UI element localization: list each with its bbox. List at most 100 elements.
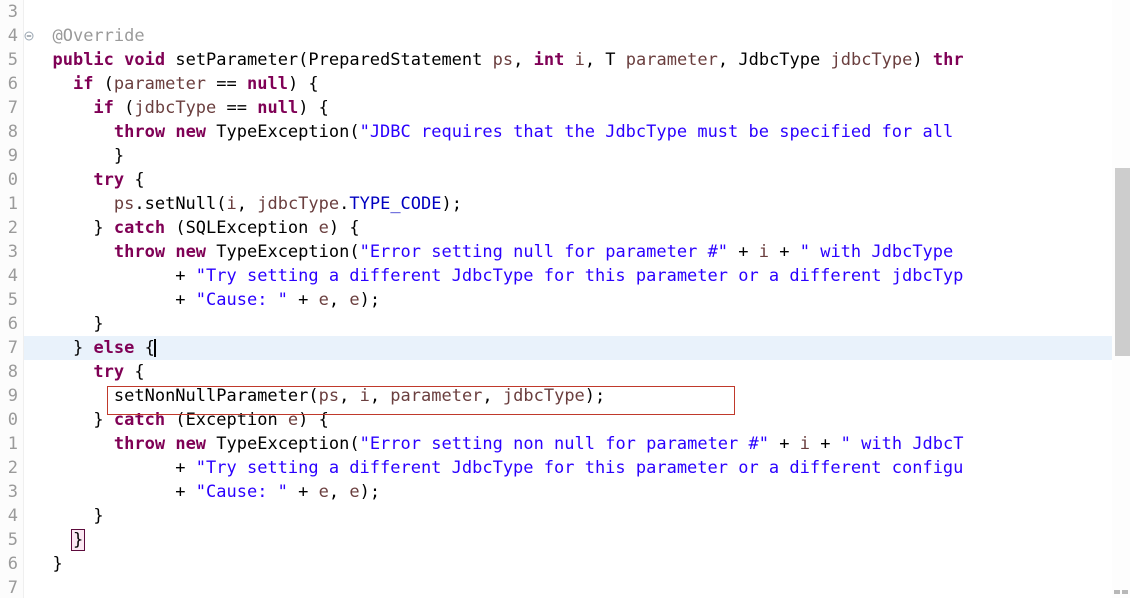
code-line[interactable]: } [24, 528, 1130, 552]
code-token-str: "JDBC requires that the JdbcType must be… [359, 122, 954, 142]
gutter-row[interactable]: 6 [0, 552, 24, 576]
line-number: 7 [7, 578, 18, 598]
gutter-row[interactable]: 3 [0, 240, 24, 264]
gutter-row[interactable]: 8 [0, 360, 24, 384]
code-token-local: i [574, 50, 585, 70]
code-line[interactable]: } [24, 504, 1130, 528]
gutter-row[interactable]: 3 [0, 480, 24, 504]
code-token-plain: } [93, 218, 114, 238]
code-token-plain: + [287, 290, 319, 310]
code-token-local: i [758, 242, 770, 262]
code-line[interactable]: setNonNullParameter(ps, i, parameter, jd… [24, 384, 1130, 408]
fold-collapse-icon[interactable] [24, 31, 34, 41]
code-token-plain: { [124, 362, 145, 382]
code-token-local: e [349, 482, 360, 502]
gutter-row[interactable]: 5 [0, 288, 24, 312]
code-token-plain: TypeException( [206, 242, 360, 262]
gutter-row[interactable]: 2 [0, 216, 24, 240]
gutter-row[interactable]: 5 [0, 48, 24, 72]
code-token-local: e [287, 410, 299, 430]
line-number: 3 [7, 242, 18, 262]
code-line[interactable]: } catch (Exception e) { [24, 408, 1130, 432]
gutter-row[interactable]: 4 [0, 264, 24, 288]
line-number: 0 [7, 170, 18, 190]
code-line[interactable]: throw new TypeException("Error setting n… [24, 432, 1130, 456]
gutter-row[interactable]: 7 [0, 96, 24, 120]
gutter-row[interactable]: 0 [0, 408, 24, 432]
code-line[interactable]: public void setParameter(PreparedStateme… [24, 48, 1130, 72]
code-token-str: "Cause: " [195, 482, 288, 502]
gutter-row[interactable]: 7 [0, 576, 24, 598]
code-line[interactable]: + "Try setting a different JdbcType for … [24, 456, 1130, 480]
code-token-local: i [799, 434, 810, 454]
code-line[interactable]: throw new TypeException("Error setting n… [24, 240, 1130, 264]
line-number: 9 [7, 386, 18, 406]
gutter-row[interactable]: 6 [0, 72, 24, 96]
code-token-kw: void [124, 50, 166, 70]
gutter-row[interactable]: 4 [0, 504, 24, 528]
code-line[interactable]: + "Cause: " + e, e); [24, 480, 1130, 504]
code-line[interactable]: } [24, 312, 1130, 336]
gutter-row[interactable]: 8 [0, 120, 24, 144]
gutter-row[interactable]: 4 [0, 24, 34, 48]
code-token-str: "Cause: " [195, 290, 288, 310]
gutter-row[interactable]: 3 [0, 0, 24, 24]
code-line[interactable]: } [24, 144, 1130, 168]
code-token-plain: ); [441, 194, 462, 214]
vertical-scrollbar-thumb[interactable] [1115, 168, 1130, 356]
code-line[interactable]: if (parameter == null) { [24, 72, 1130, 96]
code-line[interactable]: if (jdbcType == null) { [24, 96, 1130, 120]
gutter-row[interactable]: 1 [0, 192, 24, 216]
code-line[interactable] [24, 0, 1130, 24]
code-editor[interactable]: 3 4 5 6 7 8 9 0 1 2 3 4 5 6 7 8 9 0 1 2 3 4 5 6 7 @Override publ… [0, 0, 1130, 598]
code-token-kw: throw [113, 434, 166, 454]
code-line[interactable]: throw new TypeException("JDBC requires t… [24, 120, 1130, 144]
code-line[interactable]: + "Try setting a different JdbcType for … [24, 264, 1130, 288]
code-token-stat: TYPE_CODE [349, 194, 442, 214]
line-number: 6 [7, 554, 18, 574]
line-number: 4 [7, 26, 18, 46]
code-token-local: e [318, 290, 329, 310]
gutter-row[interactable]: 2 [0, 456, 24, 480]
gutter-row[interactable]: 0 [0, 168, 24, 192]
code-line[interactable]: } else { [24, 336, 1130, 360]
gutter-row[interactable]: 7 [0, 336, 24, 360]
line-number: 3 [7, 2, 18, 22]
code-token-plain: , [339, 386, 360, 406]
line-number: 1 [7, 194, 18, 214]
code-line[interactable]: } [24, 552, 1130, 576]
gutter-row[interactable]: 5 [0, 528, 24, 552]
gutter-row[interactable]: 6 [0, 312, 24, 336]
line-number-gutter[interactable]: 3 4 5 6 7 8 9 0 1 2 3 4 5 6 7 8 9 0 1 2 3 4 5 6 7 [0, 0, 34, 598]
code-text-area[interactable]: @Override public void setParameter(Prepa… [24, 0, 1130, 598]
code-token-local: e [318, 218, 329, 238]
gutter-row[interactable]: 1 [0, 432, 24, 456]
code-line[interactable]: try { [24, 360, 1130, 384]
gutter-row[interactable]: 9 [0, 144, 24, 168]
code-token-local: e [318, 482, 329, 502]
code-line[interactable]: @Override [24, 24, 1130, 48]
code-line[interactable]: ps.setNull(i, jdbcType.TYPE_CODE); [24, 192, 1130, 216]
code-line[interactable]: } catch (SQLException e) { [24, 216, 1130, 240]
code-token-plain: , [513, 50, 534, 70]
code-token-local: jdbcType [257, 194, 340, 214]
code-line[interactable] [24, 576, 1130, 598]
vertical-scrollbar[interactable] [1112, 0, 1130, 598]
code-line[interactable]: try { [24, 168, 1130, 192]
gutter-row[interactable]: 9 [0, 384, 24, 408]
code-line[interactable]: + "Cause: " + e, e); [24, 288, 1130, 312]
